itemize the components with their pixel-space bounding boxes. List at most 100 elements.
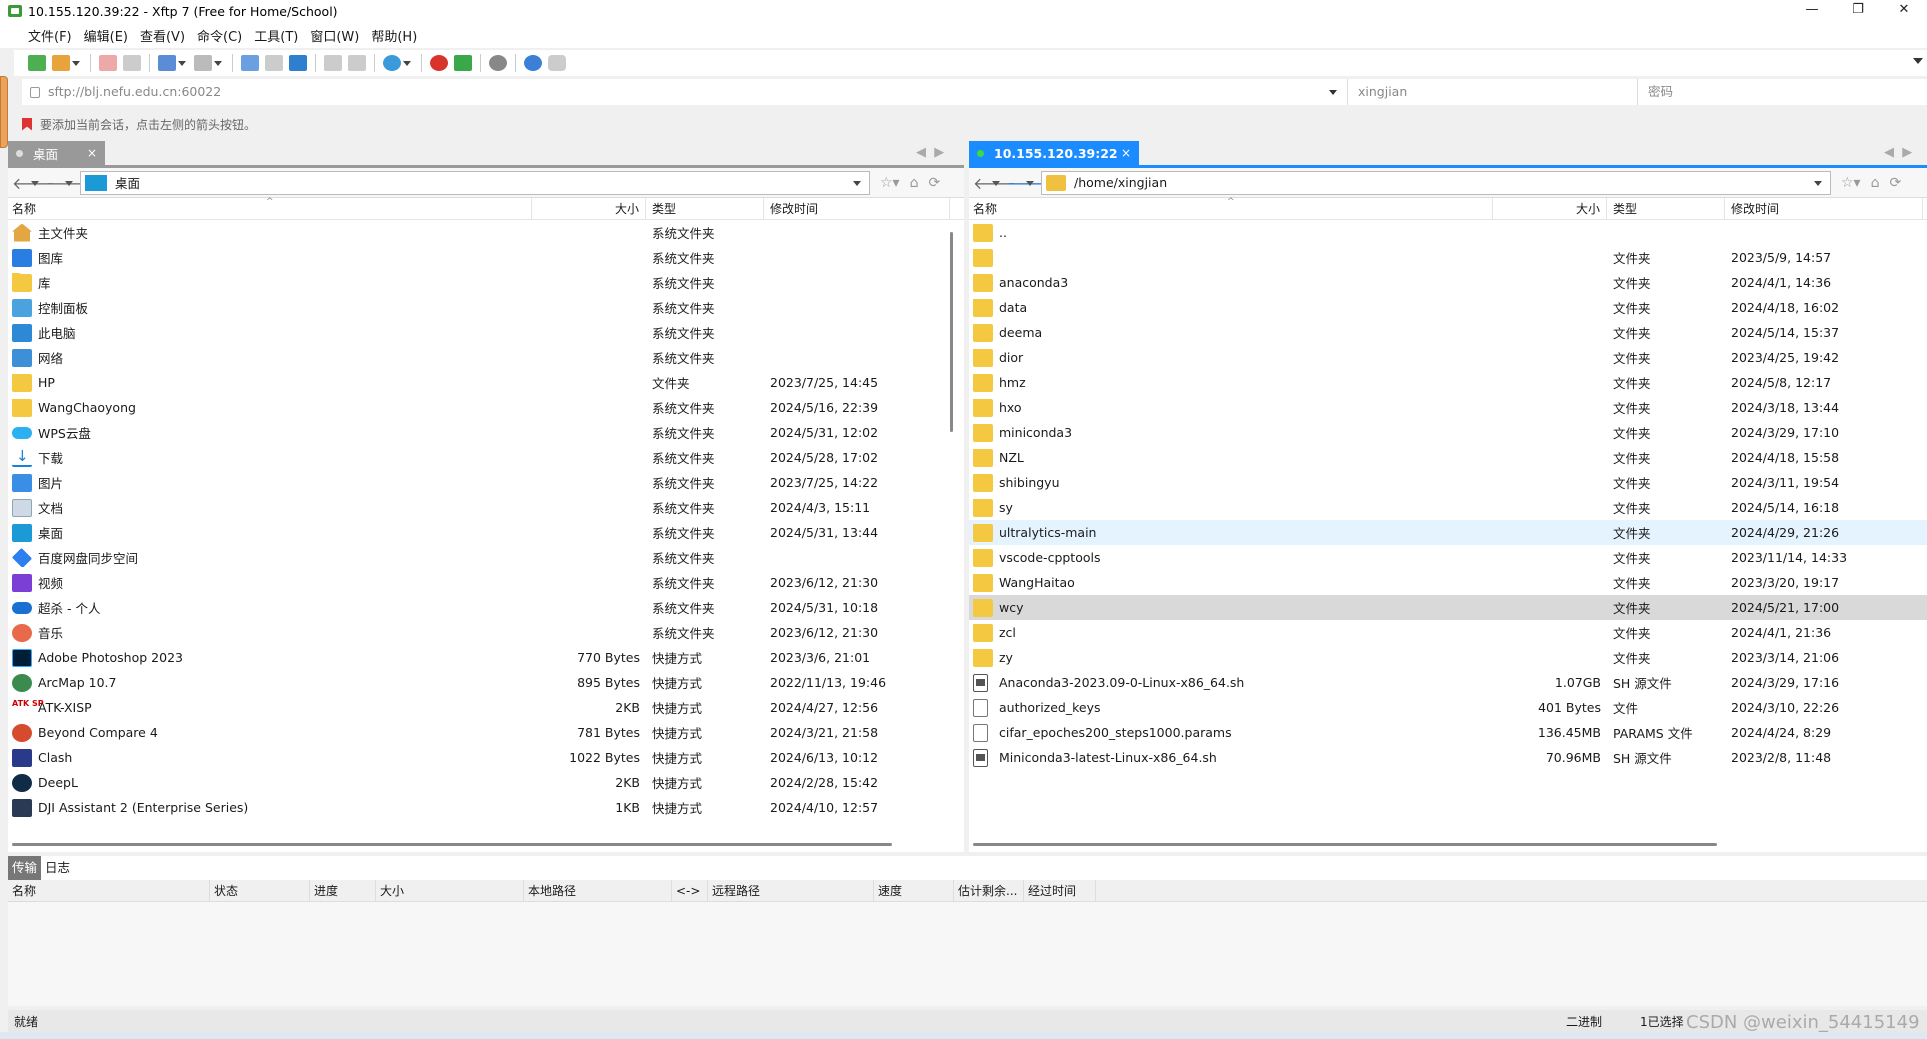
help-icon[interactable] <box>524 55 542 71</box>
local-file-row[interactable]: 下载 系统文件夹 2024/5/28, 17:02 <box>8 445 964 470</box>
remote-file-row[interactable]: data 文件夹 2024/4/18, 16:02 <box>969 295 1927 320</box>
remote-file-row[interactable]: ultralytics-main 文件夹 2024/4/29, 21:26 <box>969 520 1927 545</box>
connect-icon[interactable] <box>99 55 117 71</box>
remote-file-row[interactable]: cifar_epoches200_steps1000.params 136.45M… <box>969 720 1927 745</box>
local-file-row[interactable]: Clash 1022 Bytes 快捷方式 2024/6/13, 10:12 <box>8 745 964 770</box>
bookmark-icon[interactable] <box>22 117 32 131</box>
local-file-row[interactable]: DJI Assistant 2 (Enterprise Series) 1KB 快捷… <box>8 795 964 820</box>
minimize-button[interactable]: — <box>1789 0 1835 22</box>
xshell-icon[interactable] <box>430 55 448 71</box>
tab-scroll-arrows[interactable]: ◀ ▶ <box>1884 145 1912 160</box>
remote-path-input[interactable]: /home/xingjian <box>1041 170 1831 195</box>
password-input[interactable]: 密码 <box>1638 79 1673 105</box>
col-transfer-status[interactable]: 状态 <box>210 879 310 902</box>
local-file-row[interactable]: DeepL 2KB 快捷方式 2024/2/28, 15:42 <box>8 770 964 795</box>
local-file-row[interactable]: WPS云盘 系统文件夹 2024/5/31, 12:02 <box>8 420 964 445</box>
remote-file-row[interactable]: shibingyu 文件夹 2024/3/11, 19:54 <box>969 470 1927 495</box>
col-size[interactable]: 大小 <box>532 197 646 220</box>
sync-icon[interactable] <box>289 55 307 71</box>
session-panel-handle[interactable] <box>0 76 8 148</box>
paste-icon[interactable] <box>348 55 366 71</box>
remote-file-row[interactable]: Anaconda3-2023.09-0-Linux-x86_64.sh 1.07G… <box>969 670 1927 695</box>
remote-file-row[interactable]: wcy 文件夹 2024/5/21, 17:00 <box>969 595 1927 620</box>
download-icon[interactable] <box>265 55 283 71</box>
view-mode-icon[interactable] <box>194 55 222 71</box>
col-modified[interactable]: 修改时间 <box>1725 197 1923 220</box>
local-file-row[interactable]: HP 文件夹 2023/7/25, 14:45 <box>8 370 964 395</box>
refresh-icon[interactable]: ⟳ <box>1889 175 1901 191</box>
disconnect-icon[interactable] <box>123 55 141 71</box>
new-session-icon[interactable] <box>28 55 46 71</box>
chat-icon[interactable] <box>548 55 566 71</box>
chevron-down-icon[interactable] <box>1814 180 1822 186</box>
back-icon[interactable]: 🡐 <box>973 173 1016 193</box>
col-type[interactable]: 类型 <box>1607 197 1725 220</box>
tab-local-desktop[interactable]: 桌面 × <box>8 141 105 165</box>
transfer-mode[interactable]: 二进制 <box>1566 1013 1602 1030</box>
menu-help[interactable]: 帮助(H) <box>369 26 427 45</box>
close-button[interactable]: ✕ <box>1881 0 1927 22</box>
folder-up-icon[interactable]: ⌂ <box>1871 175 1880 191</box>
local-file-row[interactable]: 图片 系统文件夹 2023/7/25, 14:22 <box>8 470 964 495</box>
remote-file-row[interactable]: hxo 文件夹 2024/3/18, 13:44 <box>969 395 1927 420</box>
remote-file-row[interactable]: NZL 文件夹 2024/4/18, 15:58 <box>969 445 1927 470</box>
remote-file-row[interactable]: deema 文件夹 2024/5/14, 15:37 <box>969 320 1927 345</box>
upload-icon[interactable] <box>241 55 259 71</box>
remote-file-row[interactable]: WangHaitao 文件夹 2023/3/20, 19:17 <box>969 570 1927 595</box>
col-transfer-elapsed[interactable]: 经过时间 <box>1024 879 1096 902</box>
local-file-row[interactable]: 百度网盘同步空间 系统文件夹 <box>8 545 964 570</box>
local-file-row[interactable]: 库 系统文件夹 <box>8 270 964 295</box>
remote-file-row[interactable]: vscode-cpptools 文件夹 2023/11/14, 14:33 <box>969 545 1927 570</box>
forward-history-icon[interactable] <box>1025 178 1035 188</box>
close-tab-icon[interactable]: × <box>1121 146 1131 160</box>
local-file-row[interactable]: Adobe Photoshop 2023 770 Bytes 快捷方式 2023/3/… <box>8 645 964 670</box>
local-file-row[interactable]: 图库 系统文件夹 <box>8 245 964 270</box>
copy-icon[interactable] <box>324 55 342 71</box>
forward-icon[interactable]: 🡒 <box>1007 173 1050 193</box>
menu-command[interactable]: 命令(C) <box>195 26 252 45</box>
open-session-icon[interactable] <box>52 55 80 71</box>
xftp-icon[interactable] <box>454 55 472 71</box>
local-file-row[interactable]: Beyond Compare 4 781 Bytes 快捷方式 2024/3/21, … <box>8 720 964 745</box>
username-input[interactable]: xingjian <box>1348 79 1638 105</box>
local-file-row[interactable]: 控制面板 系统文件夹 <box>8 295 964 320</box>
local-file-row[interactable]: 音乐 系统文件夹 2023/6/12, 21:30 <box>8 620 964 645</box>
remote-file-row[interactable]: hmz 文件夹 2024/5/8, 12:17 <box>969 370 1927 395</box>
local-file-row[interactable]: ArcMap 10.7 895 Bytes 快捷方式 2022/11/13, 19:4… <box>8 670 964 695</box>
vertical-scrollbar[interactable] <box>950 232 953 432</box>
folder-up-icon[interactable]: ⌂ <box>910 175 919 191</box>
star-icon[interactable]: ☆▾ <box>1841 175 1861 191</box>
tab-scroll-arrows[interactable]: ◀ ▶ <box>916 145 944 160</box>
horizontal-scrollbar[interactable] <box>12 843 892 846</box>
col-size[interactable]: 大小 <box>1493 197 1607 220</box>
remote-file-row[interactable]: Miniconda3-latest-Linux-x86_64.sh 70.96MB… <box>969 745 1927 770</box>
col-transfer-speed[interactable]: 速度 <box>874 879 954 902</box>
remote-file-row[interactable]: zcl 文件夹 2024/4/1, 21:36 <box>969 620 1927 645</box>
globe-icon[interactable] <box>383 55 411 71</box>
local-file-row[interactable]: 此电脑 系统文件夹 <box>8 320 964 345</box>
chevron-down-icon[interactable] <box>853 180 861 186</box>
menu-tools[interactable]: 工具(T) <box>252 26 308 45</box>
back-icon[interactable]: 🡐 <box>12 173 55 193</box>
col-transfer-remote-path[interactable]: 远程路径 <box>708 879 874 902</box>
horizontal-scrollbar[interactable] <box>973 843 1717 846</box>
local-file-row[interactable]: 超杀 - 个人 系统文件夹 2024/5/31, 10:18 <box>8 595 964 620</box>
new-window-icon[interactable] <box>158 55 186 71</box>
tab-log[interactable]: 日志 <box>41 856 74 880</box>
remote-file-row[interactable]: authorized_keys 401 Bytes 文件 2024/3/10, 22:… <box>969 695 1927 720</box>
back-history-icon[interactable] <box>991 178 1001 188</box>
col-type[interactable]: 类型 <box>646 197 764 220</box>
col-transfer-eta[interactable]: 估计剩余... <box>954 879 1024 902</box>
tab-transfers[interactable]: 传输 <box>8 856 42 880</box>
local-file-row[interactable]: 桌面 系统文件夹 2024/5/31, 13:44 <box>8 520 964 545</box>
local-file-row[interactable]: 主文件夹 系统文件夹 <box>8 220 964 245</box>
remote-file-row[interactable]: dior 文件夹 2023/4/25, 19:42 <box>969 345 1927 370</box>
remote-file-row[interactable]: anaconda3 文件夹 2024/4/1, 14:36 <box>969 270 1927 295</box>
local-file-row[interactable]: ATK SP ATK-XISP 2KB 快捷方式 2024/4/27, 12:56 <box>8 695 964 720</box>
menu-window[interactable]: 窗口(W) <box>308 26 369 45</box>
local-file-row[interactable]: 视频 系统文件夹 2023/6/12, 21:30 <box>8 570 964 595</box>
local-file-row[interactable]: 文档 系统文件夹 2024/4/3, 15:11 <box>8 495 964 520</box>
toolbar-overflow-icon[interactable] <box>1913 58 1923 64</box>
remote-file-row[interactable]: .. <box>969 220 1927 245</box>
forward-icon[interactable]: 🡒 <box>46 173 89 193</box>
